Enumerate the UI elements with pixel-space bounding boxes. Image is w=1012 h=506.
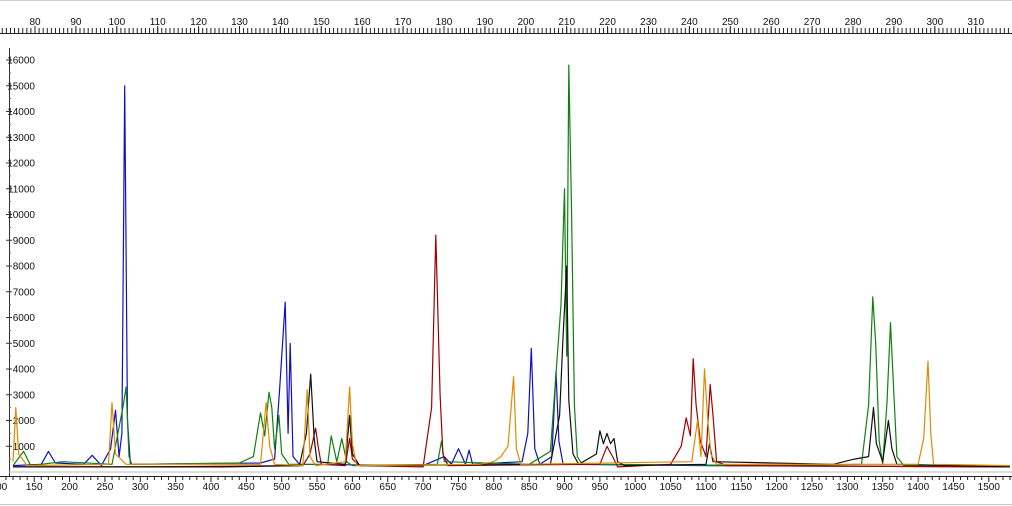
- x-tick-label: 1450: [942, 482, 965, 493]
- x-tick-label: 650: [379, 482, 396, 493]
- x-tick-label: 900: [556, 482, 573, 493]
- x-tick-label: 250: [97, 482, 114, 493]
- y-tick-label: 16000: [7, 56, 35, 67]
- x-tick-label: 500: [273, 482, 290, 493]
- y-tick-label: 3000: [13, 390, 36, 401]
- x-tick-label: 150: [26, 482, 43, 493]
- plot-area: [9, 64, 1012, 473]
- y-tick-label: 9000: [13, 236, 36, 247]
- series-line: [13, 265, 1011, 468]
- series-line: [13, 234, 1011, 468]
- x-tick-label: 1150: [731, 482, 753, 493]
- x-tick-label: 1400: [907, 482, 930, 493]
- x-tick-label: 950: [592, 482, 609, 493]
- y-tick-label: 5000: [13, 339, 36, 350]
- x-tick-label: 1350: [872, 482, 895, 493]
- x-tick-label: 600: [344, 482, 361, 493]
- y-tick-label: 6000: [13, 313, 36, 324]
- x-tick-label: 550: [309, 482, 326, 493]
- x-axis: 100 150 200 250 300 350 400 450 500 550 600 650 700 7…: [0, 476, 1012, 506]
- y-tick-label: 4000: [13, 365, 36, 376]
- y-tick-label: 13000: [7, 133, 35, 144]
- size-ruler: 80 90 100 110 120 130 140 150 160 170 180 190 200 210…: [0, 0, 1012, 40]
- y-tick-label: 8000: [13, 262, 36, 273]
- y-tick-label: 10000: [7, 210, 35, 221]
- x-tick-label: 350: [167, 482, 184, 493]
- x-tick-label: 450: [238, 482, 255, 493]
- x-tick-label: 800: [485, 482, 502, 493]
- x-tick-label: 1000: [624, 482, 647, 493]
- y-tick-label: 7000: [13, 287, 36, 298]
- x-tick-label: 1200: [766, 482, 789, 493]
- y-tick-label: 11000: [8, 184, 36, 195]
- x-tick-label: 300: [132, 482, 149, 493]
- y-tick-label: 12000: [7, 159, 35, 170]
- y-tick-label: 14000: [7, 107, 35, 118]
- x-tick-label: 700: [415, 482, 432, 493]
- y-axis: 1000200030004000500060007000800090001000…: [6, 48, 35, 478]
- electropherogram-view: 80 90 100 110 120 130 140 150 160 170 180 190 200 210…: [0, 0, 1012, 506]
- y-tick-label: 15000: [7, 81, 35, 92]
- x-tick-label: 1500: [978, 482, 1001, 493]
- series-line: [12, 360, 1011, 467]
- x-tick-label: 850: [521, 482, 538, 493]
- x-axis-background: [0, 476, 1012, 506]
- electropherogram-chart: 80 90 100 110 120 130 140 150 160 170 180 190 200 210…: [0, 0, 1012, 506]
- x-tick-label: 1250: [801, 482, 824, 493]
- x-tick-label: 400: [203, 482, 220, 493]
- x-tick-label: 1300: [836, 482, 859, 493]
- x-tick-label: 100: [0, 482, 8, 493]
- x-tick-label: 750: [450, 482, 467, 493]
- x-tick-label: 1100: [695, 482, 717, 493]
- x-tick-label: 200: [61, 482, 78, 493]
- x-tick-label: 1050: [659, 482, 682, 493]
